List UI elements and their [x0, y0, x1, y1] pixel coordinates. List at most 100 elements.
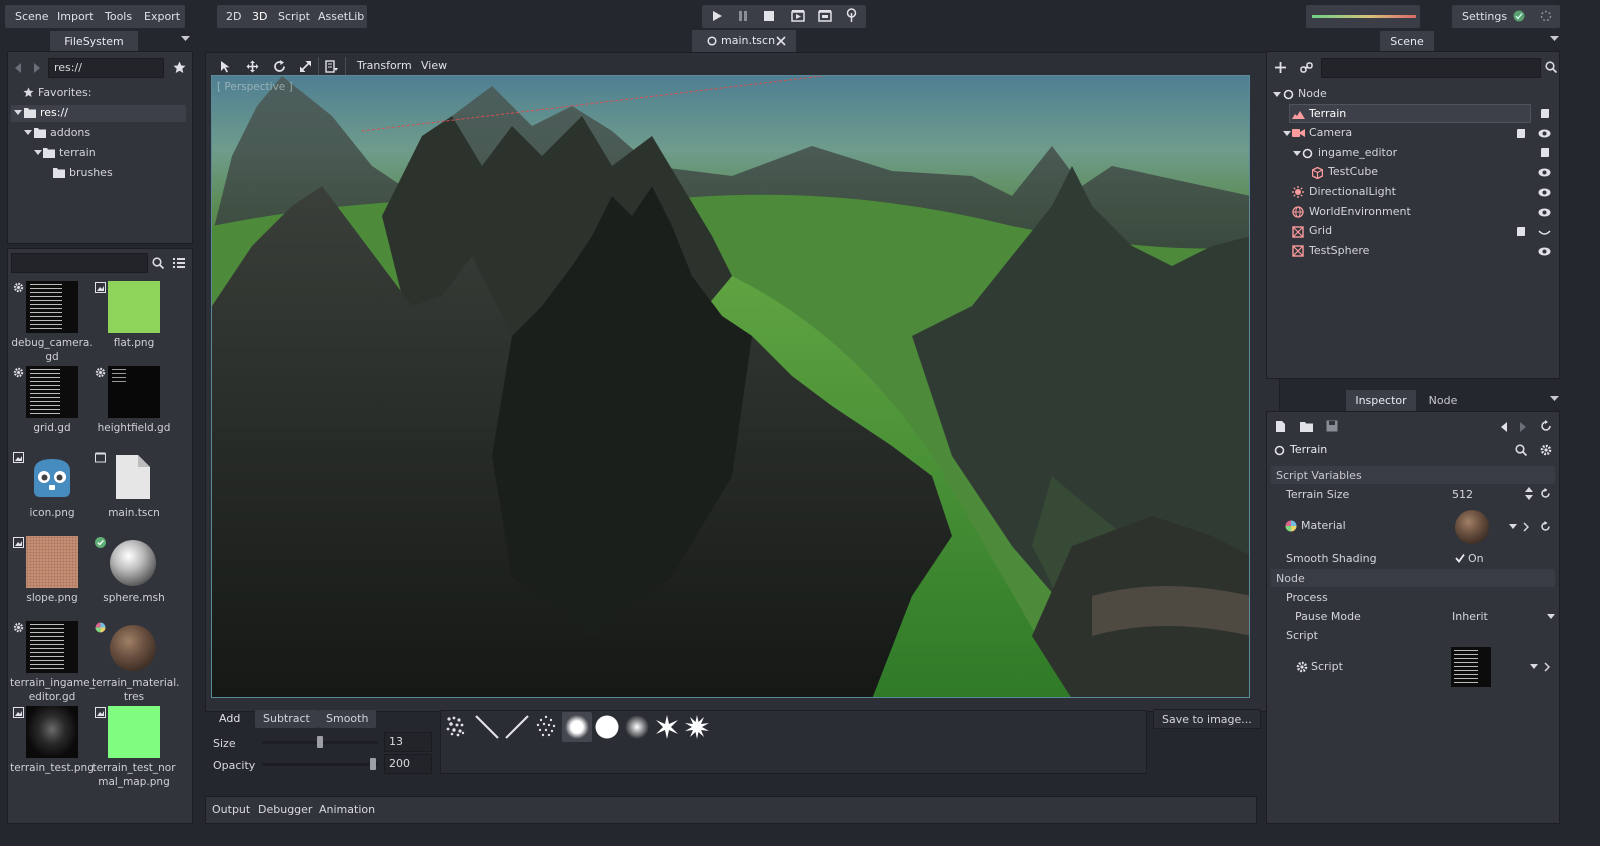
collapse-arrow-icon[interactable]	[14, 110, 22, 116]
add-node-icon[interactable]	[1274, 61, 1287, 74]
collapse-arrow-icon[interactable]	[1273, 92, 1281, 98]
scene-node-terrain[interactable]: Terrain	[1309, 104, 1346, 123]
tree-item-terrain[interactable]: terrain	[59, 143, 96, 162]
pause-icon[interactable]	[737, 10, 749, 22]
scene-node-camera[interactable]: Camera	[1309, 123, 1352, 142]
tools-menu[interactable]: Tools	[99, 7, 138, 27]
dropdown-arrow-icon[interactable]	[1530, 664, 1538, 670]
tab-debugger[interactable]: Debugger	[258, 803, 312, 816]
tab-inspector[interactable]: Inspector	[1346, 390, 1416, 412]
collapse-arrow-icon[interactable]	[34, 150, 42, 156]
checkbox-checked-icon[interactable]	[1455, 553, 1465, 563]
open-folder-icon[interactable]	[1300, 421, 1313, 432]
file-search-input[interactable]	[11, 253, 148, 273]
visibility-hidden-icon[interactable]	[1538, 229, 1551, 237]
tab-output[interactable]: Output	[212, 803, 250, 816]
move-tool-icon[interactable]	[246, 60, 259, 73]
instance-scene-icon[interactable]	[1300, 61, 1313, 74]
script-attached-icon[interactable]	[1540, 147, 1550, 158]
process-group-label[interactable]: Process	[1286, 588, 1328, 607]
brush-line-left-icon[interactable]	[474, 714, 500, 740]
tree-item-res[interactable]: res://	[40, 103, 68, 122]
script-attached-icon[interactable]	[1516, 226, 1526, 237]
opacity-slider-grabber[interactable]	[369, 758, 376, 770]
mode-2d-button[interactable]: 2D	[220, 7, 247, 27]
list-view-icon[interactable]	[173, 257, 185, 269]
mode-script-button[interactable]: Script	[272, 7, 316, 27]
tab-filesystem[interactable]: FileSystem	[50, 31, 138, 53]
revert-icon[interactable]	[1540, 521, 1551, 532]
tree-item-brushes[interactable]: brushes	[69, 163, 113, 182]
revert-icon[interactable]	[1540, 488, 1551, 499]
brush-star-icon[interactable]	[654, 714, 680, 740]
visibility-eye-icon[interactable]	[1538, 208, 1551, 217]
save-icon[interactable]	[1326, 420, 1338, 432]
pause-mode-select[interactable]: Inherit	[1452, 607, 1488, 626]
opacity-slider-track[interactable]	[262, 763, 378, 766]
scene-node-ingame-editor[interactable]: ingame_editor	[1318, 143, 1397, 162]
3d-viewport[interactable]	[211, 75, 1250, 698]
mode-assetlib-button[interactable]: AssetLib	[312, 7, 370, 27]
scene-menu[interactable]: Scene	[9, 7, 55, 27]
scene-node-node[interactable]: Node	[1298, 84, 1327, 103]
dock-menu-icon[interactable]	[181, 36, 190, 42]
material-preview[interactable]	[1455, 510, 1489, 544]
visibility-eye-icon[interactable]	[1538, 168, 1551, 177]
subtract-mode-button[interactable]: Subtract	[255, 710, 318, 728]
terrain-size-value[interactable]: 512	[1452, 485, 1473, 504]
mode-3d-button[interactable]: 3D	[246, 7, 273, 27]
size-slider-grabber[interactable]	[317, 736, 323, 748]
tab-node[interactable]: Node	[1418, 390, 1468, 412]
search-icon[interactable]	[1545, 61, 1557, 73]
scene-node-grid[interactable]: Grid	[1309, 221, 1332, 240]
scale-tool-icon[interactable]	[299, 60, 312, 73]
scene-node-worldenvironment[interactable]: WorldEnvironment	[1309, 202, 1411, 221]
add-mode-button[interactable]: Add	[211, 710, 248, 728]
settings-menu[interactable]: Settings	[1456, 7, 1513, 27]
export-menu[interactable]: Export	[138, 7, 186, 27]
visibility-eye-icon[interactable]	[1538, 188, 1551, 197]
edit-arrow-icon[interactable]	[1523, 522, 1529, 532]
scene-node-directionallight[interactable]: DirectionalLight	[1309, 182, 1396, 201]
forward-arrow-icon[interactable]	[33, 62, 41, 74]
scene-filter-input[interactable]	[1321, 58, 1541, 78]
collapse-arrow-icon[interactable]	[24, 130, 32, 136]
view-menu[interactable]: View	[421, 59, 447, 72]
scene-node-testsphere[interactable]: TestSphere	[1309, 241, 1369, 260]
rotate-tool-icon[interactable]	[273, 60, 286, 73]
search-icon[interactable]	[152, 257, 164, 269]
script-attached-icon[interactable]	[1540, 108, 1550, 119]
close-icon[interactable]	[776, 36, 786, 46]
brush-dots-icon[interactable]	[534, 714, 558, 738]
save-to-image-button[interactable]: Save to image...	[1153, 709, 1261, 729]
brush-blur-circle-icon[interactable]	[624, 714, 650, 740]
back-arrow-icon[interactable]	[14, 62, 22, 74]
history-back-icon[interactable]	[1500, 421, 1508, 433]
search-icon[interactable]	[1515, 444, 1527, 456]
smooth-mode-button[interactable]: Smooth	[318, 710, 377, 728]
play-scene-icon[interactable]	[791, 9, 805, 22]
dropdown-arrow-icon[interactable]	[1509, 524, 1517, 530]
visibility-eye-icon[interactable]	[1538, 129, 1551, 138]
dock-menu-icon[interactable]	[1550, 396, 1559, 402]
dock-menu-icon[interactable]	[1550, 36, 1559, 42]
remote-debug-icon[interactable]	[845, 8, 858, 23]
gear-icon[interactable]	[1540, 444, 1552, 456]
spinbox-arrows-icon[interactable]	[1525, 487, 1533, 500]
stop-icon[interactable]	[763, 10, 775, 22]
tab-scene[interactable]: Scene	[1380, 31, 1434, 53]
scene-node-testcube[interactable]: TestCube	[1328, 162, 1378, 181]
import-menu[interactable]: Import	[51, 7, 100, 27]
brush-burst-icon[interactable]	[684, 714, 710, 740]
brush-noise-icon[interactable]	[444, 714, 468, 738]
play-icon[interactable]	[711, 10, 723, 22]
dropdown-arrow-icon[interactable]	[1547, 614, 1555, 620]
collapse-arrow-icon[interactable]	[1293, 151, 1301, 157]
script-preview-thumbnail[interactable]	[1451, 647, 1491, 687]
select-tool-icon[interactable]	[220, 60, 232, 73]
visibility-eye-icon[interactable]	[1538, 247, 1551, 256]
transform-menu[interactable]: Transform	[357, 59, 412, 72]
script-group-label[interactable]: Script	[1286, 626, 1318, 645]
script-attached-icon[interactable]	[1516, 128, 1526, 139]
favorite-star-icon[interactable]	[173, 61, 186, 74]
